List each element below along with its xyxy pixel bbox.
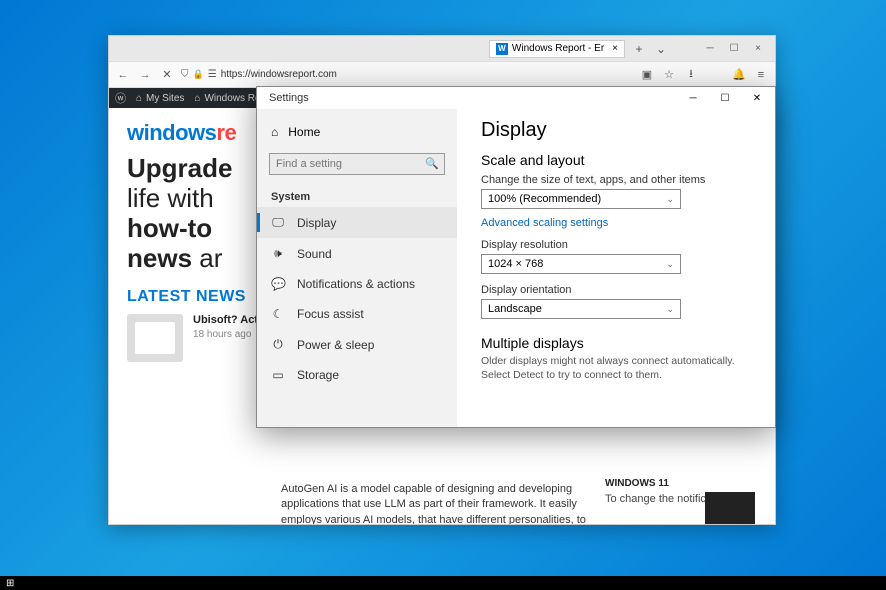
wp-logo[interactable]: ⓦ xyxy=(115,90,126,106)
settings-window-title: Settings xyxy=(269,92,309,104)
scale-value: 100% (Recommended) xyxy=(488,193,601,205)
headline-word2: how-to xyxy=(127,213,212,243)
resolution-label: Display resolution xyxy=(481,239,751,251)
tab-overflow-button[interactable]: ⌄ xyxy=(653,41,669,57)
settings-minimize-button[interactable]: ─ xyxy=(677,87,709,109)
address-bar: ← → ✕ ⛉ 🔒 ☰ https://windowsreport.com ▣ … xyxy=(109,62,775,88)
sidebar-item-notifications[interactable]: 💬 Notifications & actions xyxy=(257,269,457,299)
multiple-displays-note: Older displays might not always connect … xyxy=(481,355,751,382)
wp-mysites-label: My Sites xyxy=(146,93,184,104)
sound-icon: 🕪 xyxy=(271,246,285,261)
reader-mode-icon[interactable]: ▣ xyxy=(639,67,655,83)
settings-main: Display Scale and layout Change the size… xyxy=(457,109,775,427)
sidebar-card-heading: Windows 11 xyxy=(605,478,755,489)
settings-home[interactable]: ⌂ Home xyxy=(257,117,457,147)
maximize-button[interactable]: ☐ xyxy=(725,41,743,57)
sidebar-label-notifications: Notifications & actions xyxy=(297,277,415,291)
sidebar-label-storage: Storage xyxy=(297,368,339,382)
multiple-displays-heading: Multiple displays xyxy=(481,335,751,351)
sidebar-label-focus: Focus assist xyxy=(297,307,364,321)
headline-tail: ar xyxy=(192,243,222,273)
new-tab-button[interactable]: + xyxy=(631,41,647,57)
headline-line2: life with xyxy=(127,183,214,213)
permissions-icon: ☰ xyxy=(208,69,217,80)
wp-site-label: Windows Re xyxy=(204,93,260,104)
tab-favicon: W xyxy=(496,43,508,55)
close-icon[interactable]: × xyxy=(612,43,618,54)
sidebar-item-storage[interactable]: ▭ Storage xyxy=(257,360,457,390)
wp-site-name[interactable]: ⌂ Windows Re xyxy=(194,93,260,104)
settings-sidebar: ⌂ Home 🔍 System 🖵 Display 🕪 Sound 💬 Notific… xyxy=(257,109,457,427)
scale-heading: Scale and layout xyxy=(481,152,751,168)
orientation-label: Display orientation xyxy=(481,284,751,296)
logo-part-a: windows xyxy=(127,120,216,145)
sidebar-item-power[interactable]: ⏻ Power & sleep xyxy=(257,329,457,360)
start-button[interactable]: ⊞ xyxy=(6,578,14,589)
sites-icon: ⌂ xyxy=(136,93,142,104)
orientation-dropdown[interactable]: Landscape ⌄ xyxy=(481,299,681,319)
tab-title: Windows Report - Er xyxy=(512,43,604,54)
chevron-down-icon: ⌄ xyxy=(666,304,674,315)
power-icon: ⏻ xyxy=(271,337,285,352)
back-button[interactable]: ← xyxy=(115,67,131,83)
chevron-down-icon: ⌄ xyxy=(666,259,674,270)
minimize-button[interactable]: ─ xyxy=(701,41,719,57)
display-icon: 🖵 xyxy=(271,215,285,230)
resolution-value: 1024 × 768 xyxy=(488,258,543,270)
scale-label: Change the size of text, apps, and other… xyxy=(481,174,751,186)
headline-word1: Upgrade xyxy=(127,153,232,183)
orientation-value: Landscape xyxy=(488,303,542,315)
download-icon[interactable]: ⭳ xyxy=(683,67,699,83)
scale-dropdown[interactable]: 100% (Recommended) ⌄ xyxy=(481,189,681,209)
taskbar[interactable]: ⊞ xyxy=(0,576,886,590)
sidebar-card[interactable]: Windows 11 To change the notification xyxy=(605,478,755,505)
headline-word3: news xyxy=(127,243,192,273)
close-button[interactable]: × xyxy=(749,41,767,57)
home-icon: ⌂ xyxy=(271,125,278,139)
bookmark-icon[interactable]: ☆ xyxy=(661,67,677,83)
moon-icon: ☾ xyxy=(271,307,285,321)
resolution-dropdown[interactable]: 1024 × 768 ⌄ xyxy=(481,254,681,274)
settings-close-button[interactable]: ✕ xyxy=(741,87,773,109)
stop-button[interactable]: ✕ xyxy=(159,67,175,83)
lock-icon: 🔒 xyxy=(193,69,204,80)
settings-maximize-button[interactable]: ☐ xyxy=(709,87,741,109)
notifications-icon[interactable]: 🔔 xyxy=(731,67,747,83)
browser-tab[interactable]: W Windows Report - Er × xyxy=(489,40,625,58)
sidebar-thumbnail xyxy=(705,492,755,524)
advanced-scaling-link[interactable]: Advanced scaling settings xyxy=(481,217,751,229)
home-icon: ⌂ xyxy=(194,93,200,104)
settings-category: System xyxy=(257,185,457,207)
news-thumbnail xyxy=(127,314,183,362)
settings-page-title: Display xyxy=(481,119,751,142)
settings-window: Settings ─ ☐ ✕ ⌂ Home 🔍 System 🖵 Display … xyxy=(256,86,776,428)
forward-button[interactable]: → xyxy=(137,67,153,83)
menu-icon[interactable]: ≡ xyxy=(753,67,769,83)
settings-search-input[interactable] xyxy=(269,153,445,175)
sidebar-item-sound[interactable]: 🕪 Sound xyxy=(257,238,457,269)
sidebar-label-sound: Sound xyxy=(297,247,332,261)
storage-icon: ▭ xyxy=(271,368,285,382)
article-excerpt: AutoGen AI is a model capable of designi… xyxy=(277,478,607,524)
notifications-icon: 💬 xyxy=(271,277,285,291)
settings-home-label: Home xyxy=(288,125,320,139)
search-icon: 🔍 xyxy=(425,157,439,170)
sidebar-item-focus-assist[interactable]: ☾ Focus assist xyxy=(257,299,457,329)
settings-titlebar: Settings ─ ☐ ✕ xyxy=(257,87,775,109)
shield-icon: ⛉ xyxy=(181,69,189,80)
wp-mysites[interactable]: ⌂ My Sites xyxy=(136,93,184,104)
url-field[interactable]: ⛉ 🔒 ☰ https://windowsreport.com xyxy=(181,69,633,80)
settings-search[interactable]: 🔍 xyxy=(269,153,445,175)
chevron-down-icon: ⌄ xyxy=(666,194,674,205)
logo-part-b: re xyxy=(216,120,236,145)
browser-tabbar: W Windows Report - Er × + ⌄ ─ ☐ × xyxy=(109,36,775,62)
url-text: https://windowsreport.com xyxy=(221,69,337,80)
sidebar-item-display[interactable]: 🖵 Display xyxy=(257,207,457,238)
sidebar-label-display: Display xyxy=(297,216,336,230)
sidebar-label-power: Power & sleep xyxy=(297,338,374,352)
